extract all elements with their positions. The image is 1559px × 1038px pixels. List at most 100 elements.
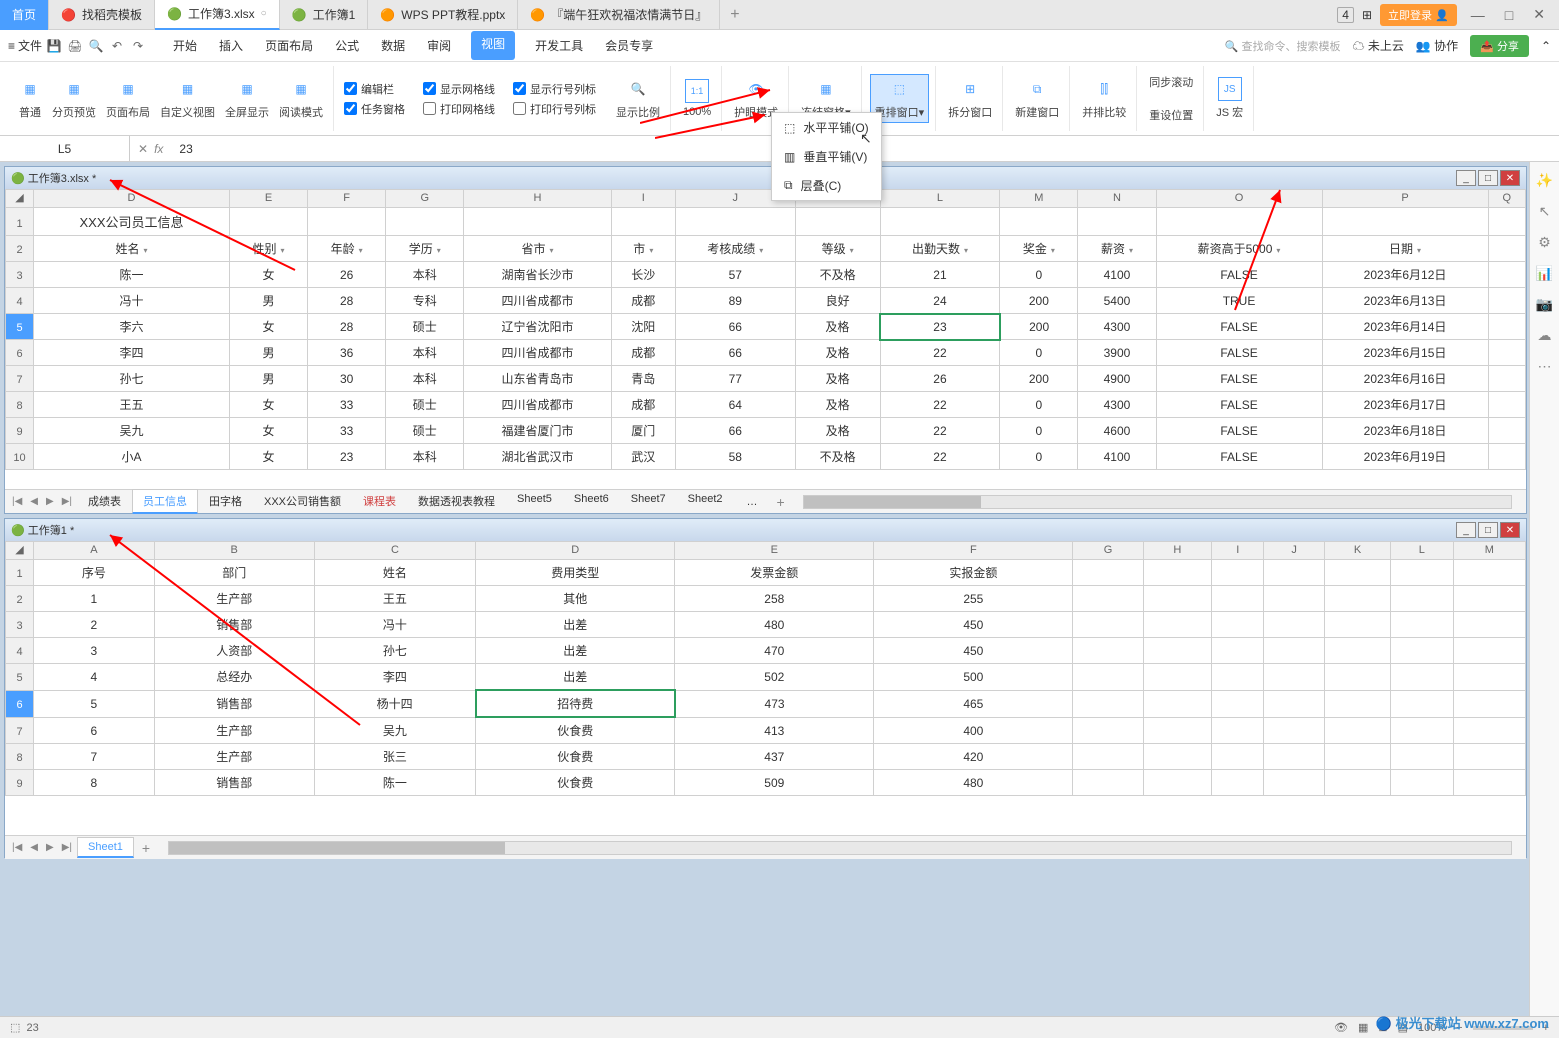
cell[interactable]: 2023年6月19日 [1322,444,1488,470]
cell[interactable]: 及格 [795,418,880,444]
hdr-日期[interactable]: 日期▾ [1322,236,1488,262]
cell[interactable]: 四川省成都市 [464,392,611,418]
col-A[interactable]: A [34,542,155,560]
filter-icon[interactable]: ▾ [144,246,148,255]
close-icon[interactable]: ○ [261,8,267,19]
cell[interactable]: 生产部 [154,717,314,744]
grid-icon[interactable]: ⊞ [1362,8,1372,22]
cell[interactable]: 509 [675,770,874,796]
hdr-奖金[interactable]: 奖金▾ [1000,236,1078,262]
row-7[interactable]: 7 [6,717,34,744]
sheet-tab-课程表[interactable]: 课程表 [352,489,407,514]
preview-icon[interactable]: 🔍 [87,37,105,55]
cell[interactable]: 总经办 [154,664,314,691]
cell[interactable]: 本科 [386,366,464,392]
cell[interactable]: 长沙 [611,262,675,288]
fx-icon[interactable]: fx [154,142,163,156]
cell[interactable]: 硕士 [386,314,464,340]
cell[interactable]: 孙七 [34,366,230,392]
cell[interactable]: 22 [880,418,1000,444]
cell[interactable]: 王五 [34,392,230,418]
name-box[interactable]: L5 [0,136,130,161]
hdr-考核成绩[interactable]: 考核成绩▾ [675,236,795,262]
select-icon[interactable]: ↖ [1539,203,1551,220]
cell[interactable]: 465 [874,690,1073,717]
menu-tab-审阅[interactable]: 审阅 [425,31,453,60]
hdr-学历[interactable]: 学历▾ [386,236,464,262]
cell[interactable]: 0 [1000,340,1078,366]
col-I[interactable]: I [611,190,675,208]
title-cell[interactable]: XXX公司员工信息 [34,208,230,236]
cancel-fx-icon[interactable]: ✕ [138,142,148,156]
row-1[interactable]: 1 [6,560,34,586]
doc-tab-ppt[interactable]: 🟠WPS PPT教程.pptx [368,0,518,30]
cell[interactable]: 吴九 [34,418,230,444]
split-window-button[interactable]: ⊞拆分窗口 [944,75,996,122]
row-5[interactable]: 5 [6,314,34,340]
sheet-tab-Sheet6[interactable]: Sheet6 [563,489,620,514]
eye-mode-icon[interactable]: 👁 [1334,1021,1348,1034]
add-sheet-button[interactable]: + [136,840,156,856]
cell[interactable]: 杨十四 [314,690,476,717]
cell[interactable]: 500 [874,664,1073,691]
col-G[interactable]: G [1073,542,1143,560]
cell[interactable]: 22 [880,444,1000,470]
cell[interactable]: 0 [1000,262,1078,288]
cell[interactable]: 22 [880,392,1000,418]
menu-expand-icon[interactable]: ⌃ [1541,39,1551,53]
cell[interactable]: 4100 [1078,262,1156,288]
cascade-item[interactable]: ⧉层叠(C) [772,171,881,200]
row-7[interactable]: 7 [6,366,34,392]
hdr-性别[interactable]: 性别▾ [230,236,308,262]
cell[interactable]: 伙食费 [476,717,675,744]
filter-icon[interactable]: ▾ [850,246,854,255]
redo-icon[interactable]: ↷ [129,37,147,55]
row-5[interactable]: 5 [6,664,34,691]
col-C[interactable]: C [314,542,476,560]
check-打印行号列标[interactable]: 打印行号列标 [513,101,596,117]
sheet-tab-田字格[interactable]: 田字格 [198,489,253,514]
cell[interactable]: 厦门 [611,418,675,444]
cell[interactable]: 伙食费 [476,744,675,770]
zoom-100-button[interactable]: 1:1100% [679,77,715,120]
filter-icon[interactable]: ▾ [281,246,285,255]
col-B[interactable]: B [154,542,314,560]
cell[interactable]: 57 [675,262,795,288]
cell[interactable]: 男 [230,288,308,314]
menu-tab-数据[interactable]: 数据 [379,31,407,60]
row-3[interactable]: 3 [6,262,34,288]
cell[interactable]: 258 [675,586,874,612]
filter-icon[interactable]: ▾ [1276,246,1280,255]
check-显示网格线[interactable]: 显示网格线 [423,81,495,97]
cell[interactable]: 413 [675,717,874,744]
row-2[interactable]: 2 [6,586,34,612]
cell[interactable]: 山东省青岛市 [464,366,611,392]
view-页面布局[interactable]: ▦页面布局 [102,75,154,122]
undo-icon[interactable]: ↶ [108,37,126,55]
cell[interactable]: 孙七 [314,638,476,664]
cell[interactable]: 89 [675,288,795,314]
cell[interactable]: 本科 [386,340,464,366]
cell[interactable]: 23 [308,444,386,470]
cell[interactable]: FALSE [1156,340,1322,366]
view-全屏显示[interactable]: ▦全屏显示 [221,75,273,122]
cell[interactable]: 硕士 [386,392,464,418]
doc-tab-other[interactable]: 🟠『端午狂欢祝福浓情满节日』 [518,0,720,30]
share-button[interactable]: 📤 分享 [1470,35,1529,57]
cell[interactable]: 473 [675,690,874,717]
sheet-nav-last[interactable]: ▶| [59,842,75,853]
cell[interactable]: 销售部 [154,770,314,796]
check-显示行号列标[interactable]: 显示行号列标 [513,81,596,97]
cell[interactable]: 2023年6月17日 [1322,392,1488,418]
col-D[interactable]: D [476,542,675,560]
cell[interactable]: 女 [230,418,308,444]
cell[interactable]: 58 [675,444,795,470]
cell[interactable]: 沈阳 [611,314,675,340]
menu-icon[interactable]: ≡ [8,39,15,53]
cell[interactable]: 女 [230,262,308,288]
hdr-部门[interactable]: 部门 [154,560,314,586]
corner[interactable]: ◢ [6,190,34,208]
sheet-tab-数据透视表教程[interactable]: 数据透视表教程 [407,489,506,514]
col-P[interactable]: P [1322,190,1488,208]
cell[interactable]: 专科 [386,288,464,314]
